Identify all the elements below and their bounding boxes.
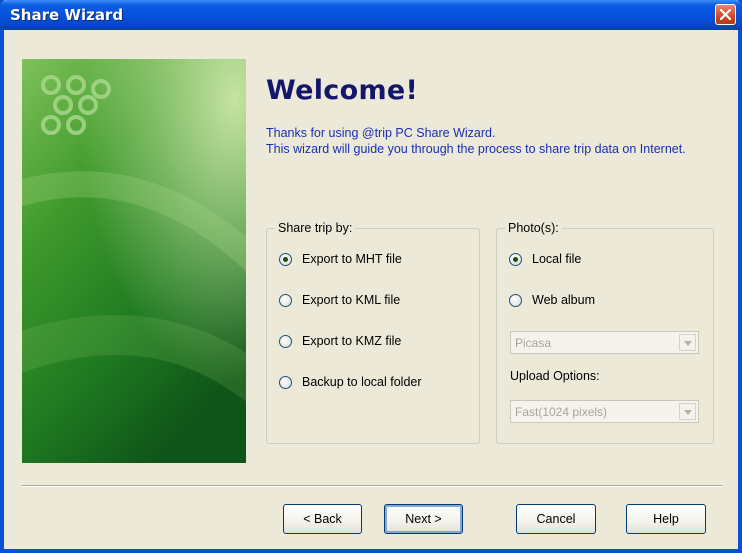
radio-export-mht[interactable]: Export to MHT file: [279, 252, 402, 266]
radio-button[interactable]: [279, 334, 292, 348]
upload-select-dropdown-button[interactable]: [679, 403, 696, 420]
title-bar[interactable]: Share Wizard: [0, 0, 742, 30]
album-select-disabled[interactable]: Picasa: [510, 331, 699, 354]
radio-label: Local file: [532, 252, 582, 266]
radio-button-checked[interactable]: [279, 252, 292, 266]
footer-separator: [22, 485, 722, 487]
radio-backup-local[interactable]: Backup to local folder: [279, 375, 422, 389]
welcome-heading: Welcome!: [266, 75, 419, 106]
share-trip-legend: Share trip by:: [275, 221, 356, 235]
intro-line-2: This wizard will guide you through the p…: [266, 142, 686, 156]
radio-label: Export to KMZ file: [302, 334, 402, 348]
chevron-down-icon: [684, 410, 692, 415]
radio-export-kml[interactable]: Export to KML file: [279, 293, 400, 307]
radio-button[interactable]: [279, 375, 292, 389]
close-icon: [720, 9, 731, 20]
wizard-banner-image: [22, 59, 246, 463]
photos-group: Photo(s): Local file Web album Picasa Up…: [496, 221, 714, 444]
radio-label: Export to KML file: [302, 293, 401, 307]
intro-line-1: Thanks for using @trip PC Share Wizard.: [266, 126, 496, 140]
upload-select-value: Fast(1024 pixels): [515, 405, 608, 419]
radio-button[interactable]: [279, 293, 292, 307]
upload-options-select-disabled[interactable]: Fast(1024 pixels): [510, 400, 699, 423]
intro-text: Thanks for using @trip PC Share Wizard. …: [266, 125, 711, 157]
upload-options-label: Upload Options:: [510, 369, 600, 383]
radio-label: Web album: [532, 293, 595, 307]
album-select-value: Picasa: [515, 336, 552, 350]
radio-web-album[interactable]: Web album: [509, 293, 595, 307]
radio-local-file[interactable]: Local file: [509, 252, 581, 266]
help-button[interactable]: Help: [626, 504, 706, 534]
radio-export-kmz[interactable]: Export to KMZ file: [279, 334, 401, 348]
share-trip-group: Share trip by: Export to MHT file Export…: [266, 221, 480, 444]
radio-button[interactable]: [509, 293, 522, 307]
radio-label: Backup to local folder: [302, 375, 422, 389]
close-button[interactable]: [715, 4, 736, 25]
radio-button-checked[interactable]: [509, 252, 522, 266]
cancel-button[interactable]: Cancel: [516, 504, 596, 534]
album-select-dropdown-button[interactable]: [679, 334, 696, 351]
back-button[interactable]: < Back: [283, 504, 362, 534]
photos-legend: Photo(s):: [505, 221, 562, 235]
share-wizard-window: Share Wizard Welcome! Thanks for using @…: [0, 0, 742, 553]
window-title: Share Wizard: [10, 6, 124, 24]
radio-label: Export to MHT file: [302, 252, 402, 266]
next-button[interactable]: Next >: [384, 504, 463, 534]
chevron-down-icon: [684, 341, 692, 346]
